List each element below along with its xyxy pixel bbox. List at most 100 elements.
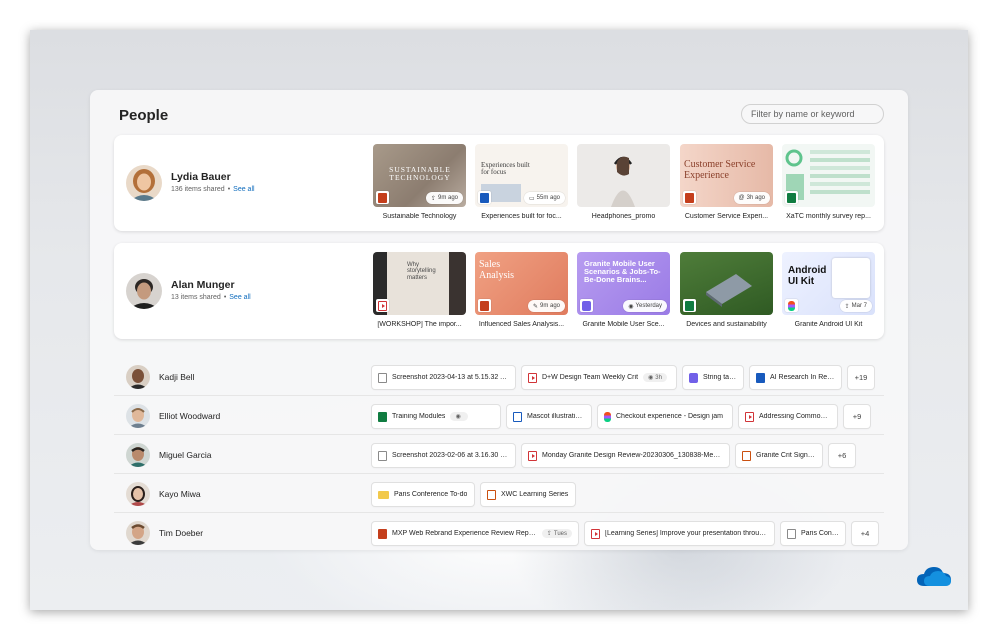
file-caption: [WORKSHOP] The impor... [377, 321, 462, 328]
avatar[interactable] [126, 443, 150, 467]
person-name[interactable]: Elliot Woodward [159, 411, 220, 421]
broadcast-icon: ◉ [648, 375, 654, 381]
time-badge: ◉ Yesterday [623, 300, 667, 312]
avatar[interactable] [126, 404, 150, 428]
thumbnail-art-text: Why storytelling matters [407, 262, 436, 281]
file-caption: XaTC monthly survey rep... [786, 213, 871, 220]
file-chip[interactable]: XWC Learning Series [481, 483, 575, 506]
person-subtitle: 136 items shared • See all [171, 186, 255, 193]
file-thumbnail[interactable]: SUSTAINABLE TECHNOLOGY ⇪ 9m ago Sustainab… [373, 144, 466, 220]
page-title: People [119, 107, 169, 124]
excel-icon [378, 411, 387, 422]
file-caption: Headphones_promo [591, 213, 656, 220]
file-chip[interactable]: Addressing Common Mi... [739, 405, 837, 428]
more-files-button[interactable]: +4 [852, 522, 878, 545]
more-files-button[interactable]: +9 [844, 405, 870, 428]
file-chip[interactable]: MXP Web Rebrand Experience Review Report… [372, 522, 578, 545]
file-chip[interactable]: Monday Granite Design Review-20230306_13… [522, 444, 729, 467]
file-chip[interactable]: D+W Design Team Weekly Crit ◉ 3h [522, 366, 676, 389]
avatar[interactable] [126, 521, 150, 545]
see-all-link[interactable]: See all [233, 186, 254, 193]
person-name[interactable]: Alan Munger [171, 279, 235, 291]
file-caption: Granite Mobile User Sce... [582, 321, 665, 328]
file-thumbnail[interactable]: XaTC monthly survey rep... [782, 144, 875, 220]
more-files-button[interactable]: +19 [848, 366, 874, 389]
person-card-lydia-bauer: Lydia Bauer 136 items shared • See all SUS… [114, 135, 884, 231]
file-chip[interactable]: Granite Crit Sign up [736, 444, 822, 467]
file-chip[interactable]: AI Research In Resh... [750, 366, 841, 389]
person-name[interactable]: Tim Doeber [159, 528, 203, 538]
file-chip[interactable]: Training Modules ◉ [372, 405, 500, 428]
avatar[interactable] [126, 273, 162, 309]
person-name[interactable]: Kayo Miwa [159, 489, 201, 499]
whiteboard-icon [742, 450, 751, 461]
folder-icon [378, 490, 389, 499]
file-caption: Influenced Sales Analysis... [478, 321, 565, 328]
time-badge: ⇪ Tues [541, 529, 572, 538]
thumbnail-art-text: Sales Analysis [479, 259, 514, 281]
file-thumbnail[interactable]: Devices and sustainability [680, 252, 773, 328]
file-chip[interactable]: String table [683, 366, 743, 389]
person-name[interactable]: Lydia Bauer [171, 171, 231, 183]
avatar[interactable] [126, 165, 162, 201]
file-chip[interactable]: Paris Conference To-do [372, 483, 474, 506]
file-caption: Customer Service Experi... [684, 213, 769, 220]
more-files-button[interactable]: +6 [829, 444, 855, 467]
person-row-elliot-woodward[interactable]: Elliot Woodward Training Modules ◉ Mascot… [114, 397, 884, 435]
person-row-miguel-garcia[interactable]: Miguel Garcia Screenshot 2023-02-06 at 3… [114, 436, 884, 474]
broadcast-icon: ◉ [628, 303, 634, 310]
time-badge: ✎ 9m ago [527, 300, 565, 312]
people-panel: People Lydia Bauer 136 items shared•See … [90, 90, 908, 550]
excel-icon [683, 299, 696, 312]
person-row-tim-doeber[interactable]: Tim Doeber MXP Web Rebrand Experience Re… [114, 514, 884, 550]
file-thumbnail[interactable]: Why storytelling matters [WORKSHOP] The … [373, 252, 466, 328]
person-card-alan-munger: Alan Munger 13 items shared • See all Why … [114, 243, 884, 339]
file-thumbnail[interactable]: Headphones_promo [577, 144, 670, 220]
powerpoint-icon [378, 528, 387, 539]
file-thumbnail[interactable]: Experiences built for focus ▭ 55m ago Exp… [475, 144, 568, 220]
share-icon: ⇪ [430, 195, 436, 202]
person-row-kadji-bell[interactable]: Kadji Bell Screenshot 2023-04-13 at 5.15… [114, 358, 884, 396]
file-thumbnail[interactable]: Granite Mobile User Scenarios & Jobs-To-… [577, 252, 670, 328]
thumbnail-art-text: Customer Service Experience [684, 159, 756, 181]
file-chip[interactable]: Screenshot 2023-04-13 at 5.15.32 AM [372, 366, 515, 389]
share-icon: ⇪ [546, 531, 552, 537]
file-thumbnail[interactable]: Android UI Kit ⇪ Mar 7 Granite Android UI… [782, 252, 875, 328]
image-file-icon [378, 372, 387, 383]
time-badge: ⇪ Mar 7 [839, 300, 872, 312]
thumbnail-art-text: SUSTAINABLE TECHNOLOGY [389, 165, 451, 182]
broadcast-icon: ◉ [455, 414, 461, 420]
file-chip[interactable]: Checkout experience - Design jam [598, 405, 732, 428]
file-chip[interactable]: Mascot illustrations [507, 405, 591, 428]
items-shared-count: 13 items shared [171, 294, 221, 301]
edit-icon: ✎ [532, 303, 538, 310]
powerpoint-icon [376, 191, 389, 204]
person-subtitle: 13 items shared • See all [171, 294, 251, 301]
avatar[interactable] [126, 482, 150, 506]
file-chip[interactable]: [Learning Series] Improve your presentat… [585, 522, 774, 545]
person-name[interactable]: Miguel Garcia [159, 450, 211, 460]
see-all-link[interactable]: See all [229, 294, 250, 301]
word-icon [478, 191, 491, 204]
file-chip[interactable]: Paris Confe... [781, 522, 845, 545]
filter-input[interactable] [741, 104, 884, 124]
loop-icon [580, 299, 593, 312]
items-shared-count: 136 items shared [171, 186, 225, 193]
headphones-photo [611, 156, 635, 207]
file-thumbnail[interactable]: Sales Analysis ✎ 9m ago Influenced Sales … [475, 252, 568, 328]
video-icon [376, 299, 389, 312]
avatar[interactable] [126, 365, 150, 389]
figma-icon [604, 411, 611, 422]
file-caption: Sustainable Technology [382, 213, 457, 220]
file-thumbnail[interactable]: Customer Service Experience @3h ago Cust… [680, 144, 773, 220]
video-icon [745, 411, 754, 422]
onedrive-cloud-icon [917, 567, 951, 586]
thumbnail-art-text: Granite Mobile User Scenarios & Jobs-To-… [584, 259, 661, 284]
person-name[interactable]: Kadji Bell [159, 372, 194, 382]
video-icon [528, 450, 537, 461]
app-window: People Lydia Bauer 136 items shared•See … [30, 30, 968, 610]
powerpoint-icon [683, 191, 696, 204]
person-row-kayo-miwa[interactable]: Kayo Miwa Paris Conference To-do XWC Lea… [114, 475, 884, 513]
file-chip[interactable]: Screenshot 2023-02-06 at 3.16.30 PM [372, 444, 515, 467]
time-badge: ⇪ 9m ago [425, 192, 463, 204]
